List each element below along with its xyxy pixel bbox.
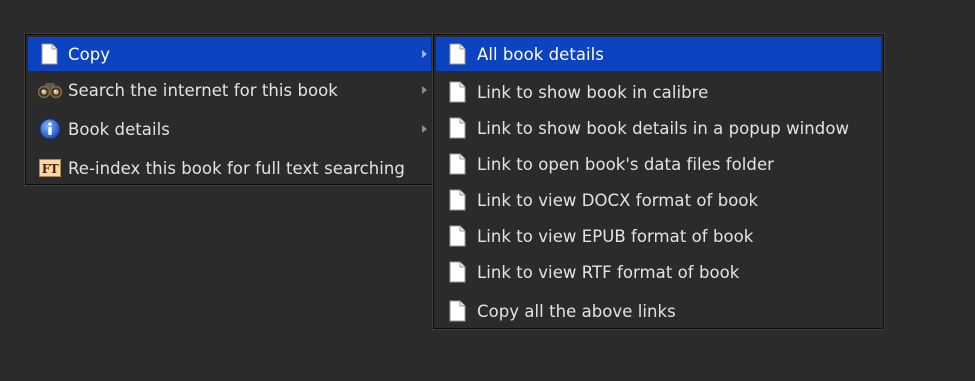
copy-icon (38, 42, 62, 66)
menu-item-book-details[interactable]: Book details (28, 112, 431, 146)
copy-icon (446, 299, 470, 323)
submenu-item-copy-all-links[interactable]: Copy all the above links (436, 294, 881, 328)
submenu-item-all-book-details[interactable]: All book details (436, 37, 881, 71)
full-text-icon: FT (38, 156, 62, 180)
chevron-right-icon (422, 125, 427, 133)
copy-icon (446, 42, 470, 66)
copy-icon (446, 260, 470, 284)
submenu-item-label: Copy all the above links (477, 301, 676, 321)
submenu-item-label: Link to view DOCX format of book (477, 190, 759, 210)
menu-item-label: Book details (68, 119, 170, 139)
menu-item-copy[interactable]: Copy (28, 37, 431, 71)
binoculars-icon (38, 78, 62, 102)
menu-item-label: Re-index this book for full text searchi… (68, 158, 405, 178)
menu-item-search-internet[interactable]: Search the internet for this book (28, 73, 431, 107)
chevron-right-icon (422, 86, 427, 94)
submenu-item-label: Link to show book details in a popup win… (477, 118, 850, 138)
submenu-item-link-popup[interactable]: Link to show book details in a popup win… (436, 111, 881, 145)
full-text-icon-text: FT (39, 159, 61, 177)
menu-item-reindex[interactable]: FT Re-index this book for full text sear… (28, 151, 431, 185)
submenu-item-label: Link to view RTF format of book (477, 262, 740, 282)
context-menu: Copy Search the internet for this book B… (25, 34, 434, 185)
info-icon (38, 117, 62, 141)
copy-icon (446, 80, 470, 104)
copy-icon (446, 152, 470, 176)
chevron-right-icon (422, 50, 427, 58)
submenu-item-link-docx[interactable]: Link to view DOCX format of book (436, 183, 881, 217)
submenu-item-label: Link to view EPUB format of book (477, 226, 754, 246)
submenu-item-link-data-folder[interactable]: Link to open book's data files folder (436, 147, 881, 181)
menu-item-label: Copy (68, 44, 111, 64)
submenu-item-link-show-calibre[interactable]: Link to show book in calibre (436, 75, 881, 109)
copy-submenu: All book details Link to show book in ca… (433, 34, 884, 329)
submenu-item-label: All book details (477, 44, 604, 64)
copy-icon (446, 116, 470, 140)
submenu-item-label: Link to show book in calibre (477, 82, 709, 102)
submenu-item-label: Link to open book's data files folder (477, 154, 774, 174)
copy-icon (446, 188, 470, 212)
copy-icon (446, 224, 470, 248)
submenu-item-link-epub[interactable]: Link to view EPUB format of book (436, 219, 881, 253)
submenu-item-link-rtf[interactable]: Link to view RTF format of book (436, 255, 881, 289)
menu-item-label: Search the internet for this book (68, 80, 338, 100)
